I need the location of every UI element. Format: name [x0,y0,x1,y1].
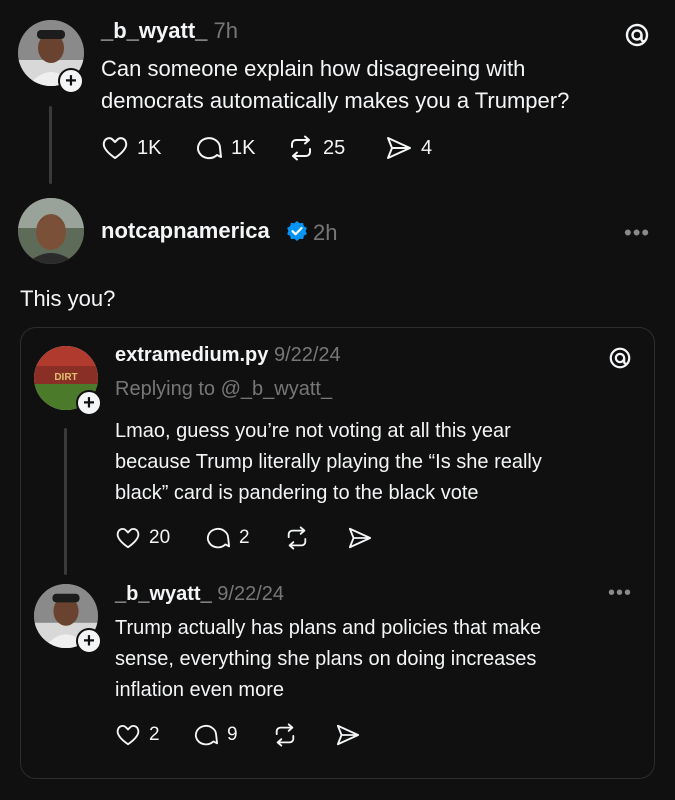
comment-count: 2 [239,527,250,548]
reply-author[interactable]: notcapnamerica [101,218,270,244]
verified-badge-icon [287,221,307,241]
replying-to-label[interactable]: Replying to @_b_wyatt_ [115,378,332,401]
heart-icon [116,528,140,549]
quote2-text-line-1: Trump actually has plans and policies th… [115,617,542,639]
avatar-notcapnamerica[interactable] [18,198,84,264]
quote1-text-line-3: black” card is pandering to the black vo… [115,482,479,504]
threads-logo-icon[interactable] [624,22,650,48]
share-button[interactable]: 4 [385,135,432,161]
quote2-author[interactable]: _b_wyatt_ 9/22/24 [115,583,284,606]
comment-count: 9 [227,724,238,745]
quote2-text-line-2: sense, everything she plans on doing inc… [115,648,537,670]
like-count: 20 [149,527,171,548]
follow-plus-button[interactable]: + [76,390,102,416]
quote1-username[interactable]: extramedium.py [115,344,268,366]
heart-icon [102,137,128,159]
quote1-text-line-2: because Trump literally playing the “Is … [115,451,542,473]
send-icon [387,137,411,159]
reply-username[interactable]: notcapnamerica [101,218,270,243]
quote1-time: 9/22/24 [273,344,341,366]
like-button[interactable]: 20 [115,526,170,550]
send-icon [348,527,372,549]
comment-button[interactable]: 9 [193,723,238,747]
like-count: 1K [137,136,162,159]
repost-button[interactable]: 25 [287,135,345,161]
more-options-icon[interactable]: ••• [624,220,650,246]
repost-button[interactable] [272,723,298,747]
thread-line [49,106,52,184]
send-icon [336,724,360,746]
like-button[interactable]: 2 [115,723,160,747]
post-text-line-2: democrats automatically makes you a Trum… [101,88,570,113]
post-text-line-1: Can someone explain how disagreeing with [101,56,526,81]
more-options-icon[interactable]: ••• [608,582,632,605]
reply-time: 2h [313,220,338,245]
post-time: 7h [213,18,238,43]
repost-button[interactable] [284,526,310,550]
repost-icon [287,526,307,550]
quote1-text-line-1: Lmao, guess you’re not voting at all thi… [115,420,511,442]
avatar-sign-text: DIRT [54,372,77,383]
repost-icon [291,135,311,161]
like-button[interactable]: 1K [101,135,161,161]
comment-button[interactable]: 2 [205,526,250,550]
post-author[interactable]: _b_wyatt_ 7h [101,18,238,44]
comment-icon [194,724,218,746]
quote2-text-line-3: inflation even more [115,679,284,701]
comment-icon [197,137,222,160]
thread-line [64,428,67,575]
heart-icon [116,725,140,746]
quote2-time: 9/22/24 [217,583,285,605]
like-count: 2 [149,724,160,745]
post-username[interactable]: _b_wyatt_ [101,18,207,43]
comment-button[interactable]: 1K [195,135,255,161]
share-count: 4 [421,136,433,159]
avatar-photo [18,198,84,264]
share-button[interactable] [335,723,361,747]
repost-count: 25 [323,136,346,159]
repost-icon [275,723,295,747]
reply-text: This you? [20,286,116,311]
threads-logo-icon[interactable] [608,346,632,370]
quote2-username[interactable]: _b_wyatt_ [115,583,212,605]
share-button[interactable] [347,526,373,550]
quote1-author[interactable]: extramedium.py 9/22/24 [115,344,341,367]
comment-icon [206,527,230,549]
comment-count: 1K [231,136,256,159]
follow-plus-button[interactable]: + [76,628,102,654]
follow-plus-button[interactable]: + [58,68,84,94]
